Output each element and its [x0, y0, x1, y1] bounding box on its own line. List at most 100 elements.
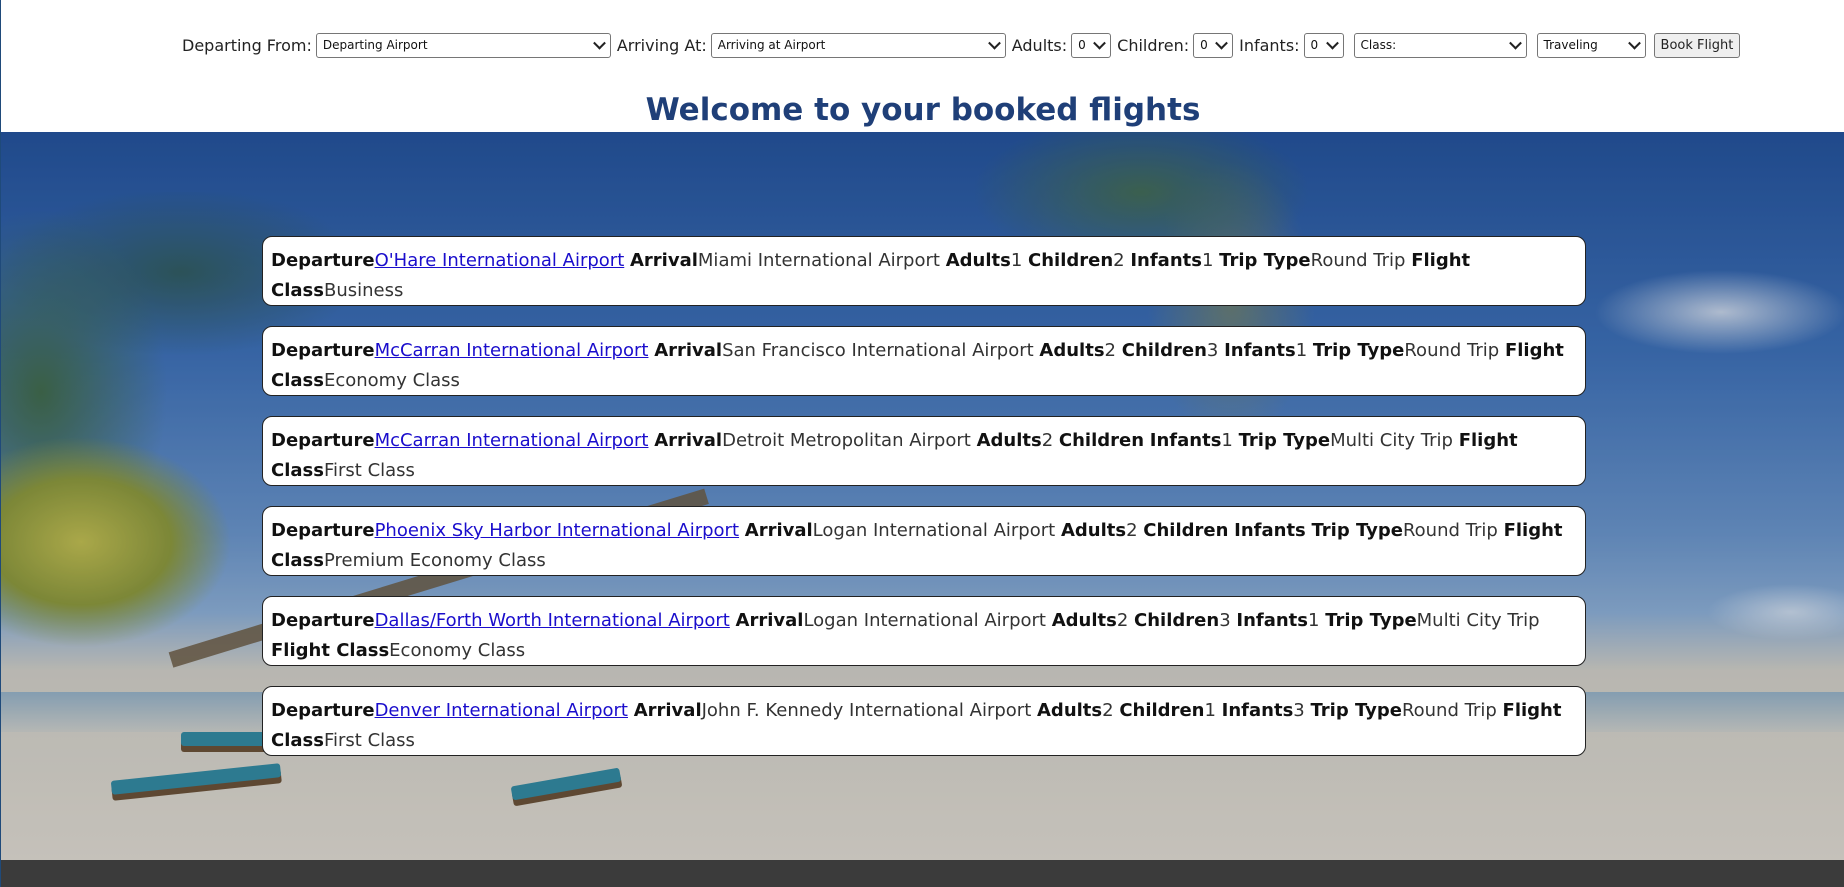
class-select[interactable]: Class:: [1353, 32, 1527, 58]
trip-type-label: Trip Type: [1325, 610, 1417, 631]
departing-airport-value: Departing Airport: [322, 38, 428, 52]
infants-label: Infants: [1234, 520, 1306, 541]
departure-airport-link[interactable]: Dallas/Forth Worth International Airport: [375, 610, 730, 631]
children-label: Children: [1143, 520, 1229, 541]
infants-value: 0: [1310, 38, 1319, 52]
adults-label: Adults: [976, 430, 1042, 451]
departure-airport-link[interactable]: O'Hare International Airport: [375, 250, 625, 271]
adults-label: Adults: [945, 250, 1011, 271]
chevron-down-icon: [1325, 36, 1339, 50]
arrival-label: Arrival: [633, 700, 702, 721]
booking-form: Departing From: Departing Airport Arrivi…: [182, 32, 1741, 58]
trip-type-label: Trip Type: [1312, 340, 1405, 361]
flight-class-label: Flight Class: [271, 640, 390, 661]
children-label: Children: [1134, 610, 1220, 631]
footer-bar: [1, 860, 1844, 887]
flight-class-value: Economy Class: [389, 640, 526, 661]
chevron-down-icon: [1215, 36, 1228, 50]
children-count: 3: [1219, 610, 1231, 631]
arriving-label: Arriving At:: [616, 35, 707, 55]
trip-type-label: Trip Type: [1219, 250, 1311, 271]
adults-select[interactable]: 0: [1071, 32, 1112, 58]
trip-type-value: Round Trip: [1402, 520, 1498, 541]
departure-label: Departure: [271, 700, 375, 721]
flight-card: DepartureMcCarran International Airport …: [262, 416, 1586, 486]
infants-select[interactable]: 0: [1303, 32, 1344, 58]
adults-count: 2: [1104, 340, 1116, 361]
chevron-down-icon: [1093, 36, 1107, 50]
arrival-label: Arrival: [654, 430, 723, 451]
departure-airport-link[interactable]: McCarran International Airport: [375, 340, 649, 361]
departure-airport-link[interactable]: McCarran International Airport: [375, 430, 649, 451]
infants-label: Infants: [1236, 610, 1308, 631]
infants-label: Infants: [1130, 250, 1202, 271]
departure-label: Departure: [271, 610, 375, 631]
children-label: Children: [1119, 700, 1205, 721]
infants-count: 1: [1221, 430, 1233, 451]
adults-label: Adults: [1051, 610, 1117, 631]
chevron-down-icon: [1508, 36, 1522, 50]
flight-class-value: Business: [323, 280, 404, 301]
children-label: Children: [1058, 430, 1145, 451]
departing-airport-select[interactable]: Departing Airport: [315, 32, 611, 58]
flight-class-value: Economy Class: [323, 370, 460, 391]
page-title: Welcome to your booked flights: [645, 92, 1201, 128]
departing-label: Departing From:: [182, 35, 312, 55]
arrival-airport: Miami International Airport: [697, 250, 940, 271]
flight-card: DepartureDallas/Forth Worth Internationa…: [262, 596, 1586, 666]
departure-label: Departure: [271, 520, 375, 541]
infants-label: Infants: [1149, 430, 1222, 451]
flight-card: DepartureO'Hare International Airport Ar…: [262, 236, 1586, 306]
children-label: Children: [1121, 340, 1207, 361]
arrival-airport: Logan International Airport: [812, 520, 1056, 541]
trip-type-label: Trip Type: [1310, 700, 1402, 721]
children-label: Children:: [1117, 35, 1190, 55]
departure-airport-link[interactable]: Denver International Airport: [375, 700, 628, 721]
traveling-select[interactable]: Traveling: [1536, 32, 1646, 58]
infants-label: Infants: [1224, 340, 1296, 361]
departure-airport-link[interactable]: Phoenix Sky Harbor International Airport: [375, 520, 739, 541]
trip-type-value: Multi City Trip: [1416, 610, 1540, 631]
adults-label: Adults: [1060, 520, 1127, 541]
book-flight-button[interactable]: Book Flight: [1653, 32, 1741, 58]
departure-label: Departure: [271, 340, 375, 361]
trip-type-value: Round Trip: [1401, 700, 1497, 721]
infants-label: Infants:: [1239, 35, 1300, 55]
arrival-airport: John F. Kennedy International Airport: [701, 700, 1032, 721]
children-count: 1: [1204, 700, 1216, 721]
traveling-value: Traveling: [1543, 38, 1598, 52]
adults-count: 1: [1010, 250, 1023, 271]
infants-count: 1: [1201, 250, 1214, 271]
flight-card: DepartureDenver International Airport Ar…: [262, 686, 1586, 756]
adults-count: 2: [1102, 700, 1114, 721]
adults-count: 2: [1116, 610, 1129, 631]
adults-label: Adults: [1039, 340, 1105, 361]
trip-type-value: Multi City Trip: [1330, 430, 1453, 451]
flight-class-value: First Class: [323, 730, 415, 751]
departure-label: Departure: [271, 250, 375, 271]
trip-type-label: Trip Type: [1311, 520, 1403, 541]
children-value: 0: [1200, 38, 1208, 52]
arrival-label: Arrival: [654, 340, 723, 361]
departure-label: Departure: [271, 430, 375, 451]
infants-count: 1: [1295, 340, 1308, 361]
flight-class-value: First Class: [323, 460, 415, 481]
trip-type-value: Round Trip: [1404, 340, 1500, 361]
adults-label: Adults:: [1011, 35, 1068, 55]
infants-count: 3: [1293, 700, 1305, 721]
arriving-airport-select[interactable]: Arriving at Airport: [710, 32, 1006, 58]
arrival-airport: San Francisco International Airport: [722, 340, 1034, 361]
trip-type-label: Trip Type: [1238, 430, 1331, 451]
arriving-airport-value: Arriving at Airport: [717, 38, 826, 52]
flight-card: DeparturePhoenix Sky Harbor Internationa…: [262, 506, 1586, 576]
children-label: Children: [1028, 250, 1114, 271]
arrival-airport: Logan International Airport: [803, 610, 1046, 631]
children-count: 3: [1206, 340, 1219, 361]
booked-flights-list: DepartureO'Hare International Airport Ar…: [262, 236, 1586, 776]
arrival-label: Arrival: [735, 610, 804, 631]
flight-class-value: Premium Economy Class: [323, 550, 546, 571]
class-value: Class:: [1360, 38, 1397, 52]
children-select[interactable]: 0: [1193, 32, 1234, 58]
children-count: 2: [1113, 250, 1125, 271]
page: Departing From: Departing Airport Arrivi…: [0, 0, 1844, 887]
